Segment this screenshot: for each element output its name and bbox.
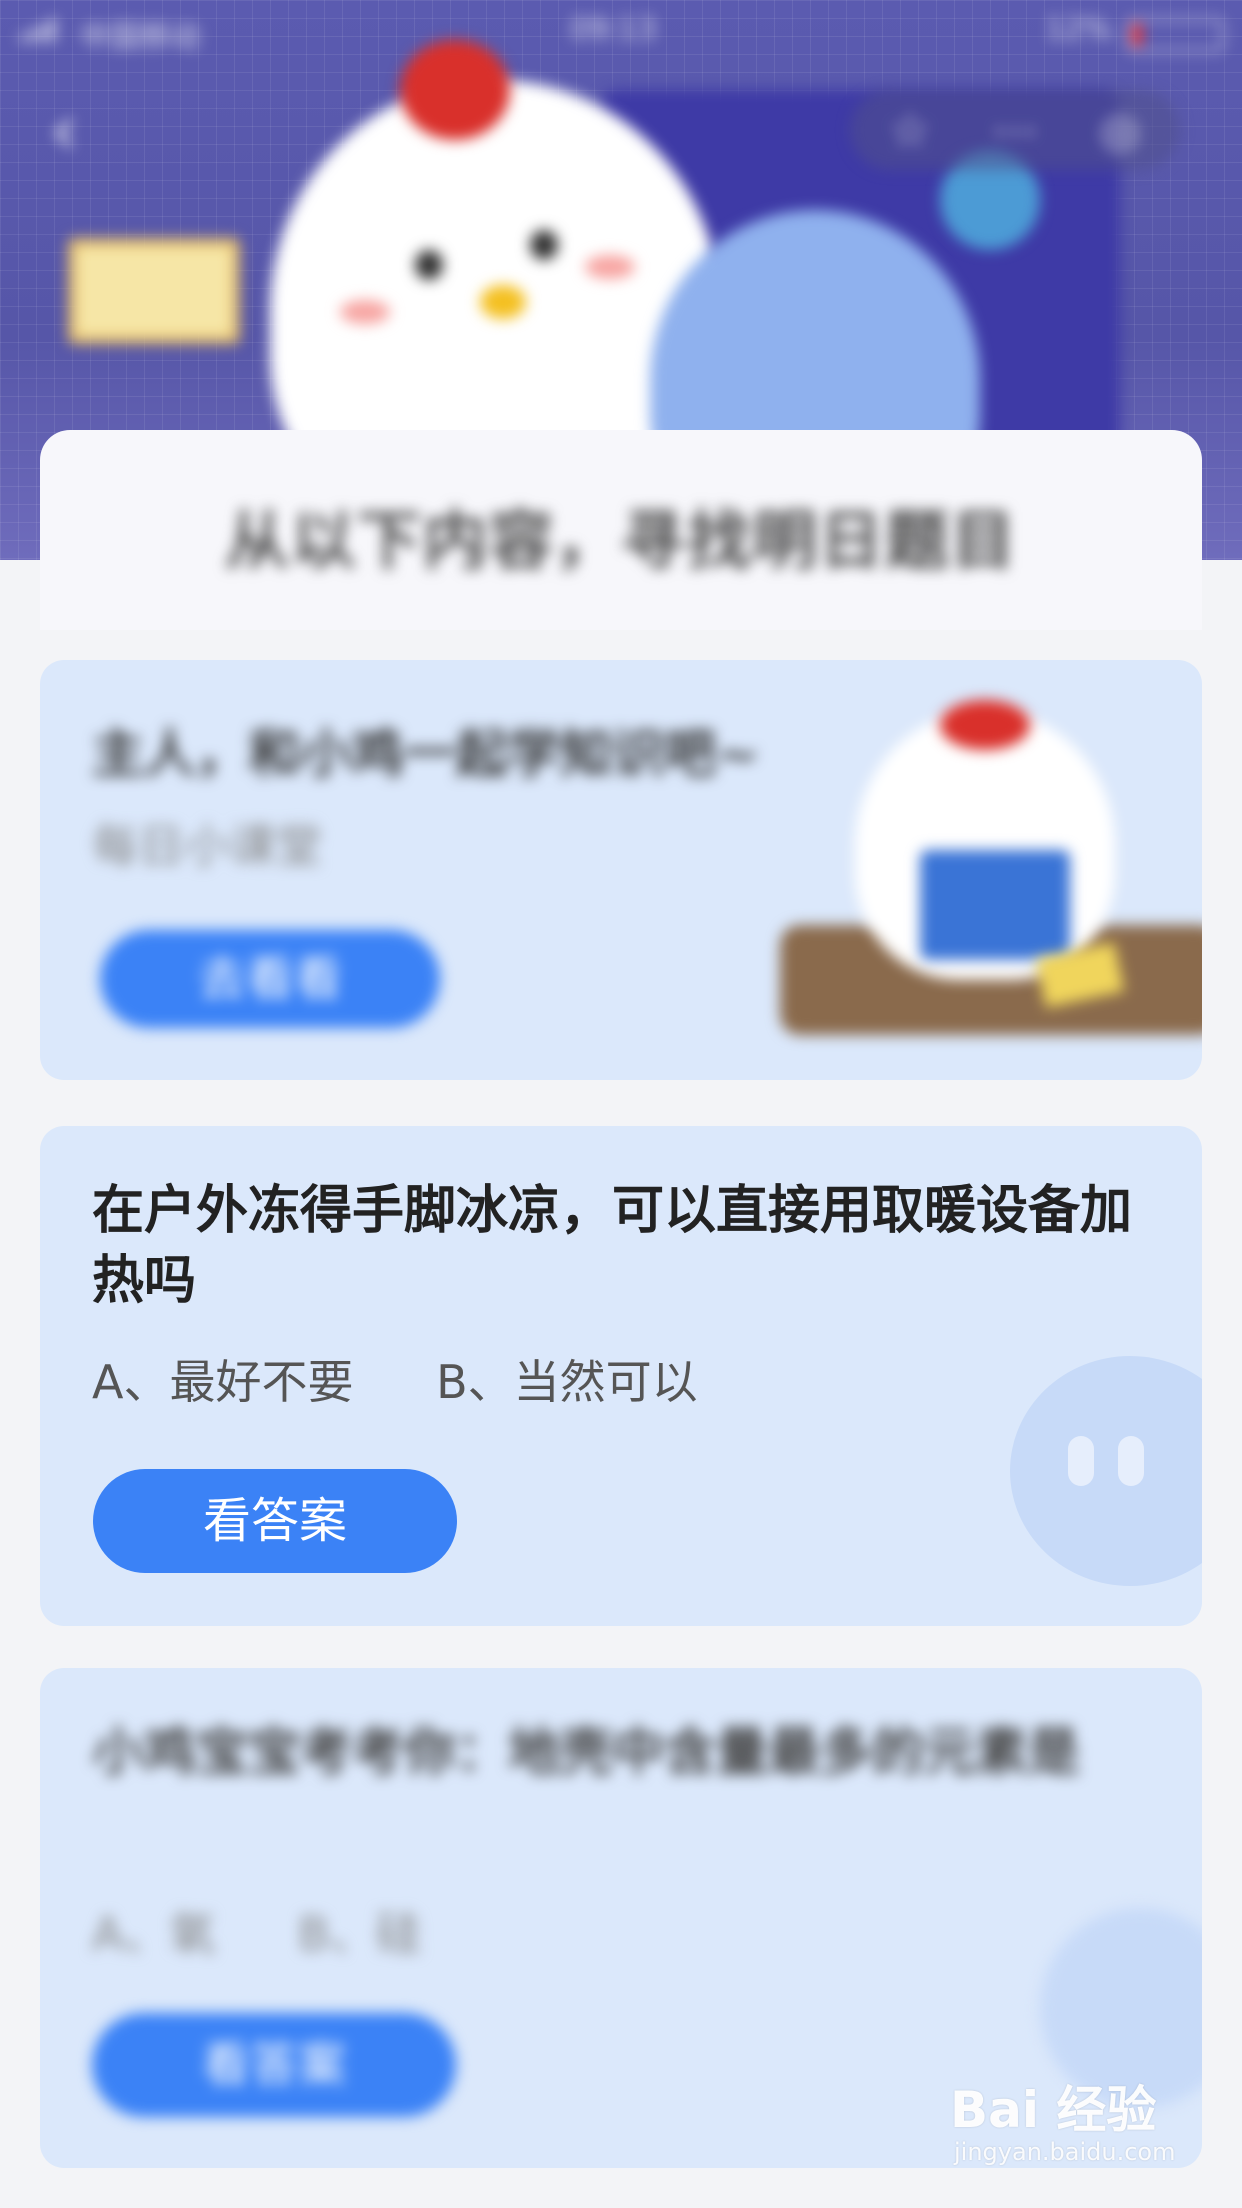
watermark-url: jingyan.baidu.com	[954, 2138, 1176, 2166]
question-card[interactable]: 在户外冻得手脚冰凉，可以直接用取暖设备加热吗 A、最好不要 B、当然可以 看答案	[40, 1126, 1202, 1626]
answer-options: A、最好不要 B、当然可以	[92, 1346, 698, 1412]
star-icon[interactable]: ☆	[880, 100, 940, 160]
card-subtitle: 每日小课堂	[92, 819, 322, 873]
go-see-button[interactable]: 去看看	[100, 930, 440, 1028]
chick-comb-illustration	[940, 700, 1030, 750]
battery-icon	[1126, 18, 1224, 52]
answer-options: A、氧 B、硅	[92, 1898, 422, 1964]
view-answer-button[interactable]: 看答案	[93, 1469, 457, 1573]
chick-comb-illustration	[400, 40, 510, 140]
question-title: 小鸡宝宝考考你：地壳中含量最多的元素是	[92, 1723, 1081, 1783]
battery-percent: 12%	[1045, 12, 1112, 47]
picture-frame-icon	[68, 238, 240, 344]
option-a: A、最好不要	[92, 1355, 354, 1409]
chick-cheek-right	[585, 255, 635, 279]
watermark-logo: Bai 经验	[950, 2081, 1157, 2139]
chevron-left-icon: ‹	[50, 89, 78, 171]
option-b: B、硅	[298, 1907, 422, 1961]
page-title: 从以下内容，寻找明日题目	[225, 505, 1017, 579]
signal-icon	[20, 18, 56, 42]
book-icon	[920, 850, 1070, 960]
chick-cheek-left	[340, 300, 390, 324]
section-title-card: 从以下内容，寻找明日题目	[40, 430, 1202, 630]
chat-bubble-icon	[1010, 1356, 1202, 1586]
chick-eye-right	[530, 230, 558, 260]
clock: 09:13	[570, 12, 657, 47]
option-b: B、当然可以	[436, 1355, 698, 1409]
carrier-name: 中国移动	[80, 20, 200, 55]
target-icon[interactable]: ◎	[1090, 100, 1150, 160]
daily-lesson-card[interactable]: 主人，和小鸡一起学知识吧~ 每日小课堂 去看看	[40, 660, 1202, 1080]
top-actions-bar: ☆ ⋯ ◎	[850, 90, 1180, 170]
back-button[interactable]: ‹	[50, 90, 110, 170]
status-bar: 中国移动 09:13 12%	[0, 0, 1242, 60]
card-title: 主人，和小鸡一起学知识吧~	[92, 725, 760, 785]
question-title: 在户外冻得手脚冰凉，可以直接用取暖设备加热吗	[92, 1181, 1133, 1311]
baidu-jingyan-watermark: Bai 经验 jingyan.baidu.com	[950, 2070, 1210, 2180]
chick-eye-left	[415, 250, 443, 280]
chick-beak	[480, 285, 526, 319]
more-icon[interactable]: ⋯	[985, 100, 1045, 160]
view-answer-button[interactable]: 看答案	[92, 2013, 456, 2117]
option-a: A、氧	[92, 1907, 216, 1961]
